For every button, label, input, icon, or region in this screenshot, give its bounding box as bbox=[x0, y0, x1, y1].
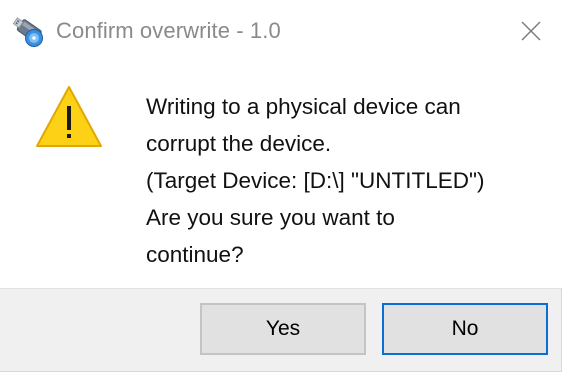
no-button[interactable]: No bbox=[382, 303, 548, 355]
usb-drive-icon bbox=[12, 17, 43, 47]
confirm-overwrite-dialog: Confirm overwrite - 1.0 Writing to a phy… bbox=[0, 0, 562, 372]
message-line: Writing to a physical device can bbox=[146, 94, 461, 119]
close-button[interactable] bbox=[500, 0, 562, 62]
dialog-message: Writing to a physical device can corrupt… bbox=[146, 88, 556, 273]
message-line: continue? bbox=[146, 242, 244, 267]
close-icon bbox=[521, 21, 541, 41]
message-line: Are you sure you want to bbox=[146, 205, 395, 230]
button-bar: Yes No bbox=[0, 288, 561, 371]
message-line: (Target Device: [D:\] "UNTITLED") bbox=[146, 168, 485, 193]
window-title: Confirm overwrite - 1.0 bbox=[56, 18, 281, 43]
warning-icon bbox=[36, 86, 102, 147]
message-line: corrupt the device. bbox=[146, 131, 332, 156]
title-bar[interactable]: Confirm overwrite - 1.0 bbox=[0, 0, 562, 62]
dialog-content: Writing to a physical device can corrupt… bbox=[0, 62, 562, 288]
yes-button[interactable]: Yes bbox=[200, 303, 366, 355]
